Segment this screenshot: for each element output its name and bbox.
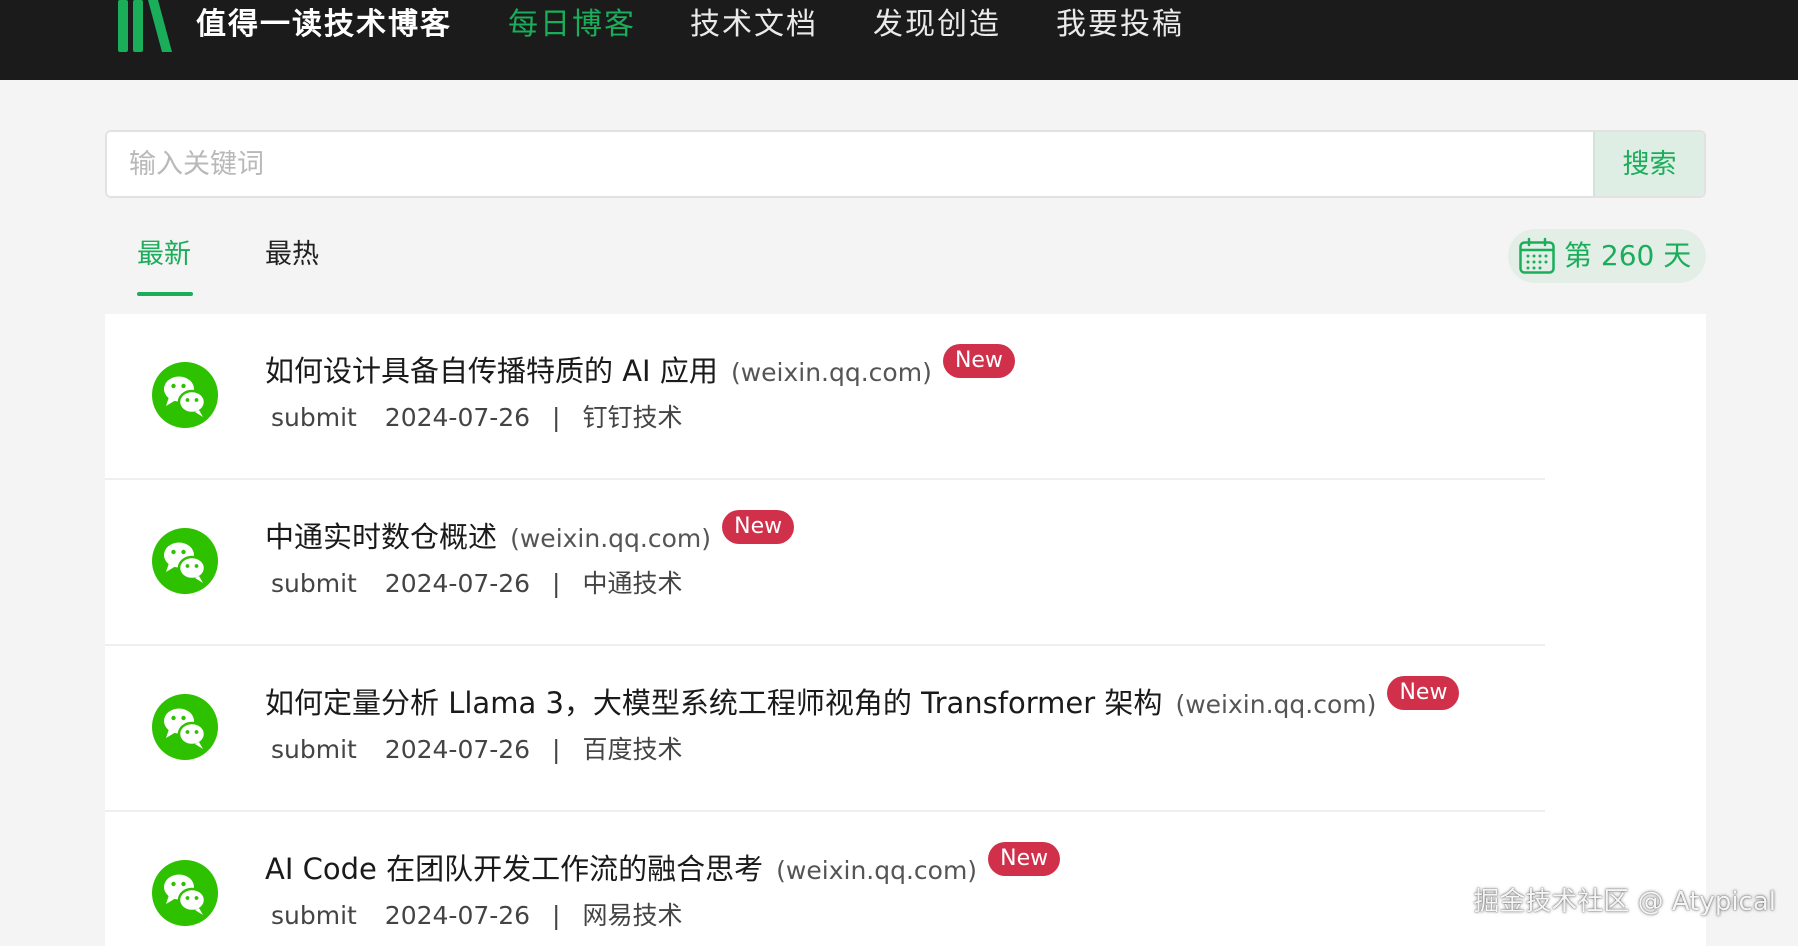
nav-tech-docs[interactable]: 技术文档 [690,4,818,46]
nav-daily-blog[interactable]: 每日博客 [508,4,636,46]
watermark-text: 掘金技术社区 @ Atypical [1473,887,1776,917]
day-counter-text: 第 260 天 [1564,239,1692,272]
article-title-line: AI Code 在团队开发工作流的融合思考 (weixin.qq.com) Ne… [265,841,1061,895]
list-item: 如何定量分析 Llama 3，大模型系统工程师视角的 Transformer 架… [105,646,1706,812]
article-meta: submit 2024-07-26 | 百度技术 [271,732,682,768]
article-meta: submit 2024-07-26 | 网易技术 [271,898,682,934]
article-source[interactable]: 钉钉技术 [582,400,682,436]
new-badge: New [1387,675,1460,710]
top-navigation-bar: 值得一读技术博客 每日博客 技术文档 发现创造 我要投稿 [0,0,1798,80]
article-domain: (weixin.qq.com) [730,358,932,387]
article-title-line: 中通实时数仓概述 (weixin.qq.com) New [265,509,795,563]
tab-latest[interactable]: 最新 [137,236,191,274]
article-domain: (weixin.qq.com) [1175,690,1377,719]
wechat-icon [152,362,218,428]
article-submitter: submit [271,569,357,598]
tab-hottest[interactable]: 最热 [265,236,319,274]
article-title-link[interactable]: 如何设计具备自传播特质的 AI 应用 [265,354,718,388]
new-badge: New [988,841,1061,876]
article-date: 2024-07-26 [384,569,531,598]
article-domain: (weixin.qq.com) [776,856,978,885]
article-title-link[interactable]: 中通实时数仓概述 [265,520,497,554]
article-domain: (weixin.qq.com) [510,524,712,553]
site-title[interactable]: 值得一读技术博客 [196,4,452,46]
article-title-line: 如何设计具备自传播特质的 AI 应用 (weixin.qq.com) New [265,343,1015,397]
article-date: 2024-07-26 [384,403,531,432]
article-meta: submit 2024-07-26 | 中通技术 [271,566,682,602]
article-source[interactable]: 中通技术 [582,566,682,602]
article-meta: submit 2024-07-26 | 钉钉技术 [271,400,682,436]
article-title-line: 如何定量分析 Llama 3，大模型系统工程师视角的 Transformer 架… [265,675,1460,729]
article-submitter: submit [271,735,357,764]
meta-separator: | [552,403,561,432]
article-submitter: submit [271,403,357,432]
search-input[interactable] [107,132,1595,196]
article-submitter: submit [271,901,357,930]
meta-separator: | [552,901,561,930]
new-badge: New [722,509,795,544]
meta-separator: | [552,569,561,598]
list-item: 如何设计具备自传播特质的 AI 应用 (weixin.qq.com) New s… [105,314,1706,480]
article-date: 2024-07-26 [384,735,531,764]
calendar-icon [1519,237,1555,274]
search-button[interactable]: 搜索 [1593,132,1704,196]
article-list: 如何设计具备自传播特质的 AI 应用 (weixin.qq.com) New s… [105,314,1706,946]
day-counter-badge: 第 260 天 [1508,229,1706,283]
article-date: 2024-07-26 [384,901,531,930]
wechat-icon [152,860,218,926]
article-source[interactable]: 网易技术 [582,898,682,934]
nav-discover-create[interactable]: 发现创造 [873,4,1001,46]
wechat-icon [152,694,218,760]
new-badge: New [942,343,1015,378]
article-source[interactable]: 百度技术 [582,732,682,768]
search-bar: 搜索 [105,130,1706,198]
active-tab-indicator [137,292,193,296]
wechat-icon [152,528,218,594]
list-item: AI Code 在团队开发工作流的融合思考 (weixin.qq.com) Ne… [105,812,1706,946]
nav-submit-post[interactable]: 我要投稿 [1056,4,1184,46]
article-title-link[interactable]: AI Code 在团队开发工作流的融合思考 [265,852,763,886]
article-title-link[interactable]: 如何定量分析 Llama 3，大模型系统工程师视角的 Transformer 架… [265,686,1162,720]
list-item: 中通实时数仓概述 (weixin.qq.com) New submit 2024… [105,480,1706,646]
site-logo-icon[interactable] [116,0,174,52]
meta-separator: | [552,735,561,764]
